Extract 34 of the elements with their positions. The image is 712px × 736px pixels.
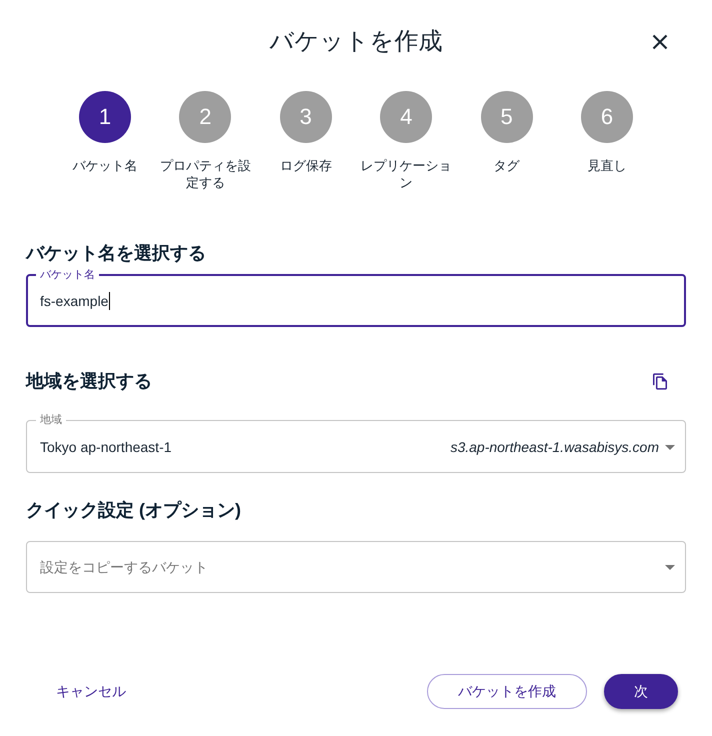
- section-heading: 地域を選択する: [26, 370, 152, 393]
- region-select[interactable]: 地域 Tokyo ap-northeast-1 s3.ap-northeast-1.wasabisys.com: [26, 414, 686, 473]
- field-value: Tokyo ap-northeast-1: [40, 438, 172, 457]
- copy-icon: [653, 372, 667, 390]
- create-bucket-button[interactable]: バケットを作成: [427, 674, 587, 709]
- endpoint-text: s3.ap-northeast-1.wasabisys.com: [450, 438, 659, 457]
- section-heading: バケット名を選択する: [26, 242, 207, 265]
- step-label: ログ保存: [280, 157, 332, 174]
- step-circle: 1: [79, 91, 132, 143]
- field-label: バケット名: [39, 269, 96, 281]
- step-label: 見直し: [587, 157, 626, 174]
- step-circle: 5: [480, 91, 533, 143]
- step-circle: 2: [179, 91, 232, 143]
- close-icon: [652, 34, 668, 50]
- next-button[interactable]: 次: [604, 674, 678, 709]
- step-label: プロパティを設定する: [158, 157, 252, 191]
- section-heading: クイック設定 (オプション): [26, 499, 242, 522]
- bucket-name-field[interactable]: バケット名 fs-example: [26, 269, 686, 327]
- step-circle: 6: [580, 91, 633, 143]
- cancel-button[interactable]: キャンセル: [40, 674, 142, 709]
- field-label: 地域: [39, 414, 63, 426]
- bucket-select[interactable]: 設定をコピーするバケット: [26, 541, 686, 593]
- copy-button[interactable]: [652, 372, 668, 390]
- step-circle: 3: [280, 91, 332, 143]
- dropdown-arrow-icon: [665, 444, 675, 450]
- field-value: fs-example: [40, 292, 108, 311]
- dialog-title: バケットを作成: [270, 27, 442, 57]
- step-label: タグ: [494, 157, 520, 174]
- dropdown-arrow-icon: [665, 564, 675, 570]
- step-label: バケット名: [72, 157, 138, 174]
- text-cursor-icon: [109, 292, 110, 310]
- select-placeholder: 設定をコピーするバケット: [40, 558, 208, 577]
- step-circle: 4: [380, 91, 432, 143]
- step-label: レプリケーション: [360, 157, 453, 191]
